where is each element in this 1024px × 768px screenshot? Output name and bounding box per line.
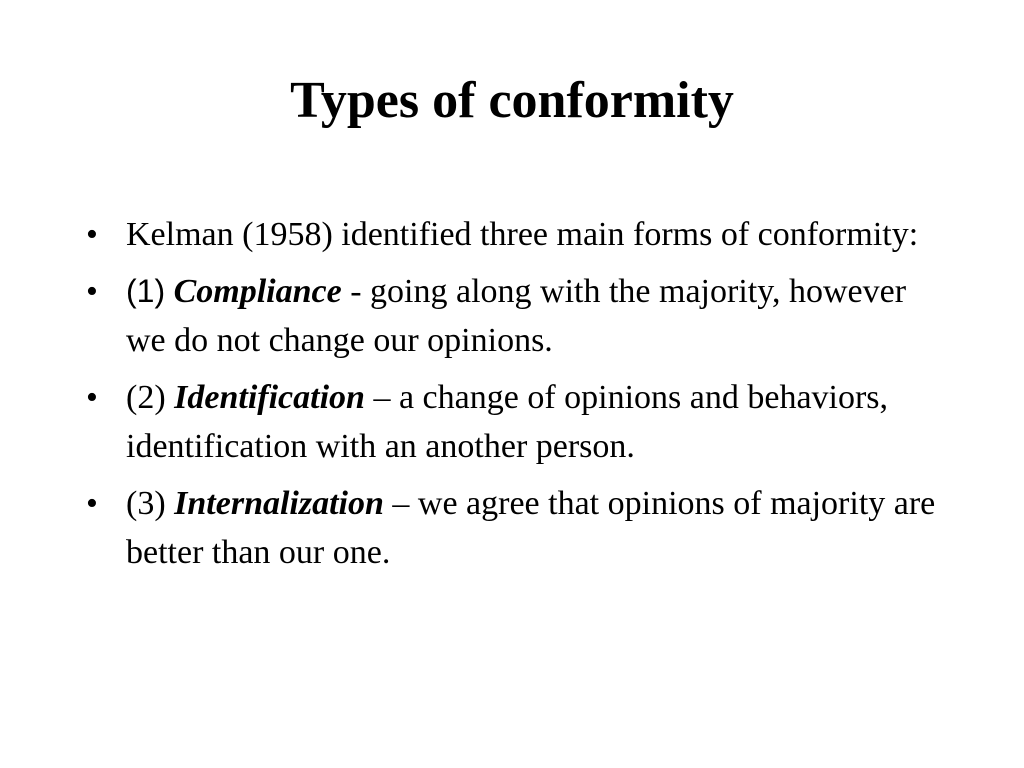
bullet-dot-icon: • — [86, 216, 98, 253]
slide: Types of conformity • Kelman (1958) iden… — [0, 0, 1024, 768]
term-internalization: Internalization — [174, 485, 384, 522]
bullet-dot-icon: • — [86, 379, 98, 416]
bullet-dot-icon: • — [86, 273, 98, 310]
bullet-identification: • (2) Identification – a change of opini… — [86, 373, 946, 471]
bullet-internalization: • (3) Internalization – we agree that op… — [86, 479, 946, 577]
term-compliance: Compliance — [173, 273, 342, 310]
bullet-list: • Kelman (1958) identified three main fo… — [86, 210, 946, 585]
slide-title: Types of conformity — [290, 72, 734, 129]
bullet-compliance: • (1) Compliance - going along with the … — [86, 267, 946, 365]
bullet-number: (2) — [126, 379, 166, 416]
bullet-kelman-intro: • Kelman (1958) identified three main fo… — [86, 210, 946, 259]
bullet-dot-icon: • — [86, 485, 98, 522]
bullet-number: (3) — [126, 485, 166, 522]
bullet-number: (1) — [126, 273, 166, 309]
term-identification: Identification — [174, 379, 365, 416]
bullet-text: Kelman (1958) identified three main form… — [126, 216, 919, 253]
